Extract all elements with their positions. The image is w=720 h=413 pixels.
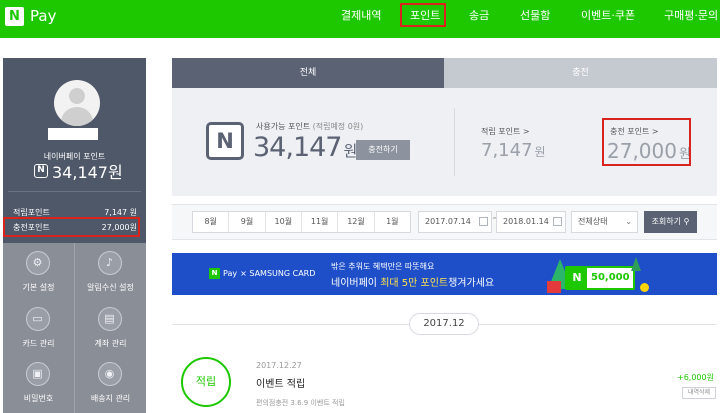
date-from-input[interactable]: 2017.07.14: [418, 211, 492, 233]
menu-label: 알림수신 설정: [87, 283, 134, 292]
nav-points-highlight: [400, 3, 446, 27]
points-card-illustration: N 50,000: [565, 266, 635, 290]
status-select[interactable]: 전체상태 ⌄: [571, 211, 638, 233]
month-nov-button[interactable]: 11월: [302, 212, 339, 232]
month-selector: 8월 9월 10월 11월 12월 1월: [192, 211, 411, 233]
transaction-date: 2017.12.27: [256, 361, 302, 370]
date-to-input[interactable]: 2018.01.14: [496, 211, 566, 233]
menu-divider: [74, 243, 75, 413]
banner-card-amount: 50,000: [591, 272, 630, 283]
accrued-points-value: 7,147: [481, 140, 533, 161]
available-points-label: 사용가능 포인트 (적립예정 0원): [256, 121, 363, 132]
transaction-type-badge: 적립: [181, 357, 231, 407]
month-aug-button[interactable]: 8월: [193, 212, 230, 232]
menu-label: 배송지 관리: [90, 394, 131, 403]
promo-banner[interactable]: N Pay × SAMSUNG CARD 밖은 추워도 혜택만은 따뜻해요 네이…: [172, 253, 717, 295]
banner-logo: N Pay × SAMSUNG CARD: [209, 268, 315, 279]
nav-payment-history[interactable]: 결제내역: [341, 9, 381, 23]
tab-charge[interactable]: 충전: [444, 58, 717, 88]
n-points-icon: N: [34, 164, 48, 178]
ornament-icon: [640, 283, 649, 292]
transaction-description: 편의점충전 3.6.9 이벤트 적립: [256, 399, 345, 407]
pay-brand[interactable]: Pay: [30, 7, 56, 26]
delete-history-button[interactable]: 내역삭제: [682, 387, 716, 399]
nav-remittance[interactable]: 송금: [469, 9, 489, 23]
search-icon: ⚲: [683, 217, 690, 226]
banner-line1: 밖은 추워도 혜택만은 따뜻해요: [331, 262, 435, 271]
nav-events-coupons[interactable]: 이벤트·쿠폰: [581, 9, 635, 23]
nav-reviews-inquiries[interactable]: 구매평·문의: [664, 9, 718, 23]
lock-icon: ▣: [26, 362, 50, 386]
date-to-value: 2018.01.14: [503, 217, 549, 226]
total-points-value: 34,147원: [52, 163, 123, 182]
bell-icon: ♪: [98, 251, 122, 275]
tab-all[interactable]: 전체: [172, 58, 444, 88]
menu-shipping-address[interactable]: ◉ 배송지 관리: [75, 357, 146, 413]
timeline-month-label: 2017.12: [409, 313, 479, 335]
banner-line2-highlight: 최대 5만 포인트: [380, 278, 449, 289]
pending-points-note: (적립예정 0원): [312, 122, 364, 131]
query-button-label: 조회하기: [651, 217, 682, 226]
accrued-points: 7,147 원: [481, 140, 546, 161]
avatar-head-icon: [69, 88, 85, 104]
menu-basic-settings[interactable]: ⚙ 기본 설정: [3, 246, 74, 302]
menu-card-management[interactable]: ▭ 카드 관리: [3, 302, 74, 358]
menu-notification-settings[interactable]: ♪ 알림수신 설정: [75, 246, 146, 302]
available-points: 34,147 원: [253, 132, 357, 163]
menu-password[interactable]: ▣ 비밀번호: [3, 357, 74, 413]
party-hat-icon: [631, 257, 641, 271]
transaction-title[interactable]: 이벤트 적립: [256, 375, 305, 390]
menu-account-management[interactable]: ▤ 계좌 관리: [75, 302, 146, 358]
menu-label: 카드 관리: [22, 339, 55, 348]
bank-icon: ▤: [98, 307, 122, 331]
currency-unit: 원: [534, 145, 546, 159]
month-sep-button[interactable]: 9월: [229, 212, 266, 232]
location-pin-icon: ◉: [98, 362, 122, 386]
nav-gift-box[interactable]: 선물함: [520, 9, 550, 23]
divider: [8, 191, 141, 192]
naver-logo[interactable]: N: [5, 7, 24, 26]
n-points-icon: N: [206, 122, 244, 160]
n-points-icon: N: [567, 268, 587, 288]
card-icon: ▭: [26, 307, 50, 331]
naver-n-icon: N: [209, 268, 220, 279]
chevron-down-icon: ⌄: [625, 217, 632, 226]
transaction-amount: +6,000원: [677, 373, 714, 382]
gear-icon: ⚙: [26, 251, 50, 275]
banner-line2: 네이버페이 최대 5만 포인트챙겨가세요: [331, 274, 494, 289]
status-select-value: 전체상태: [578, 217, 608, 226]
charge-button[interactable]: 충전하기: [356, 140, 410, 160]
menu-label: 비밀번호: [23, 394, 54, 403]
available-points-title: 사용가능 포인트: [256, 122, 311, 131]
charged-points-highlight: [602, 118, 691, 166]
menu-label: 기본 설정: [22, 283, 55, 292]
banner-line2-suffix: 챙겨가세요: [448, 278, 495, 289]
calendar-icon[interactable]: [479, 217, 488, 226]
banner-line2-prefix: 네이버페이: [331, 278, 381, 289]
avatar-body-icon: [61, 107, 93, 126]
month-oct-button[interactable]: 10월: [266, 212, 302, 232]
available-points-value: 34,147: [253, 132, 342, 163]
summary-divider: [454, 108, 455, 176]
month-jan-button[interactable]: 1월: [375, 212, 410, 232]
accrued-points-link[interactable]: 적립 포인트 >: [481, 126, 530, 137]
date-from-value: 2017.07.14: [425, 217, 471, 226]
query-button[interactable]: 조회하기 ⚲: [644, 211, 697, 233]
banner-partner: × SAMSUNG CARD: [240, 269, 316, 278]
month-dec-button[interactable]: 12월: [338, 212, 375, 232]
avatar: [54, 80, 100, 126]
user-name-redacted: [48, 128, 98, 140]
charged-points-highlight: [3, 217, 140, 237]
menu-label: 계좌 관리: [94, 339, 127, 348]
gift-box-icon: [547, 281, 561, 293]
calendar-icon[interactable]: [553, 217, 562, 226]
total-points: N 34,147원: [34, 162, 123, 182]
banner-brand: Pay: [223, 269, 238, 278]
